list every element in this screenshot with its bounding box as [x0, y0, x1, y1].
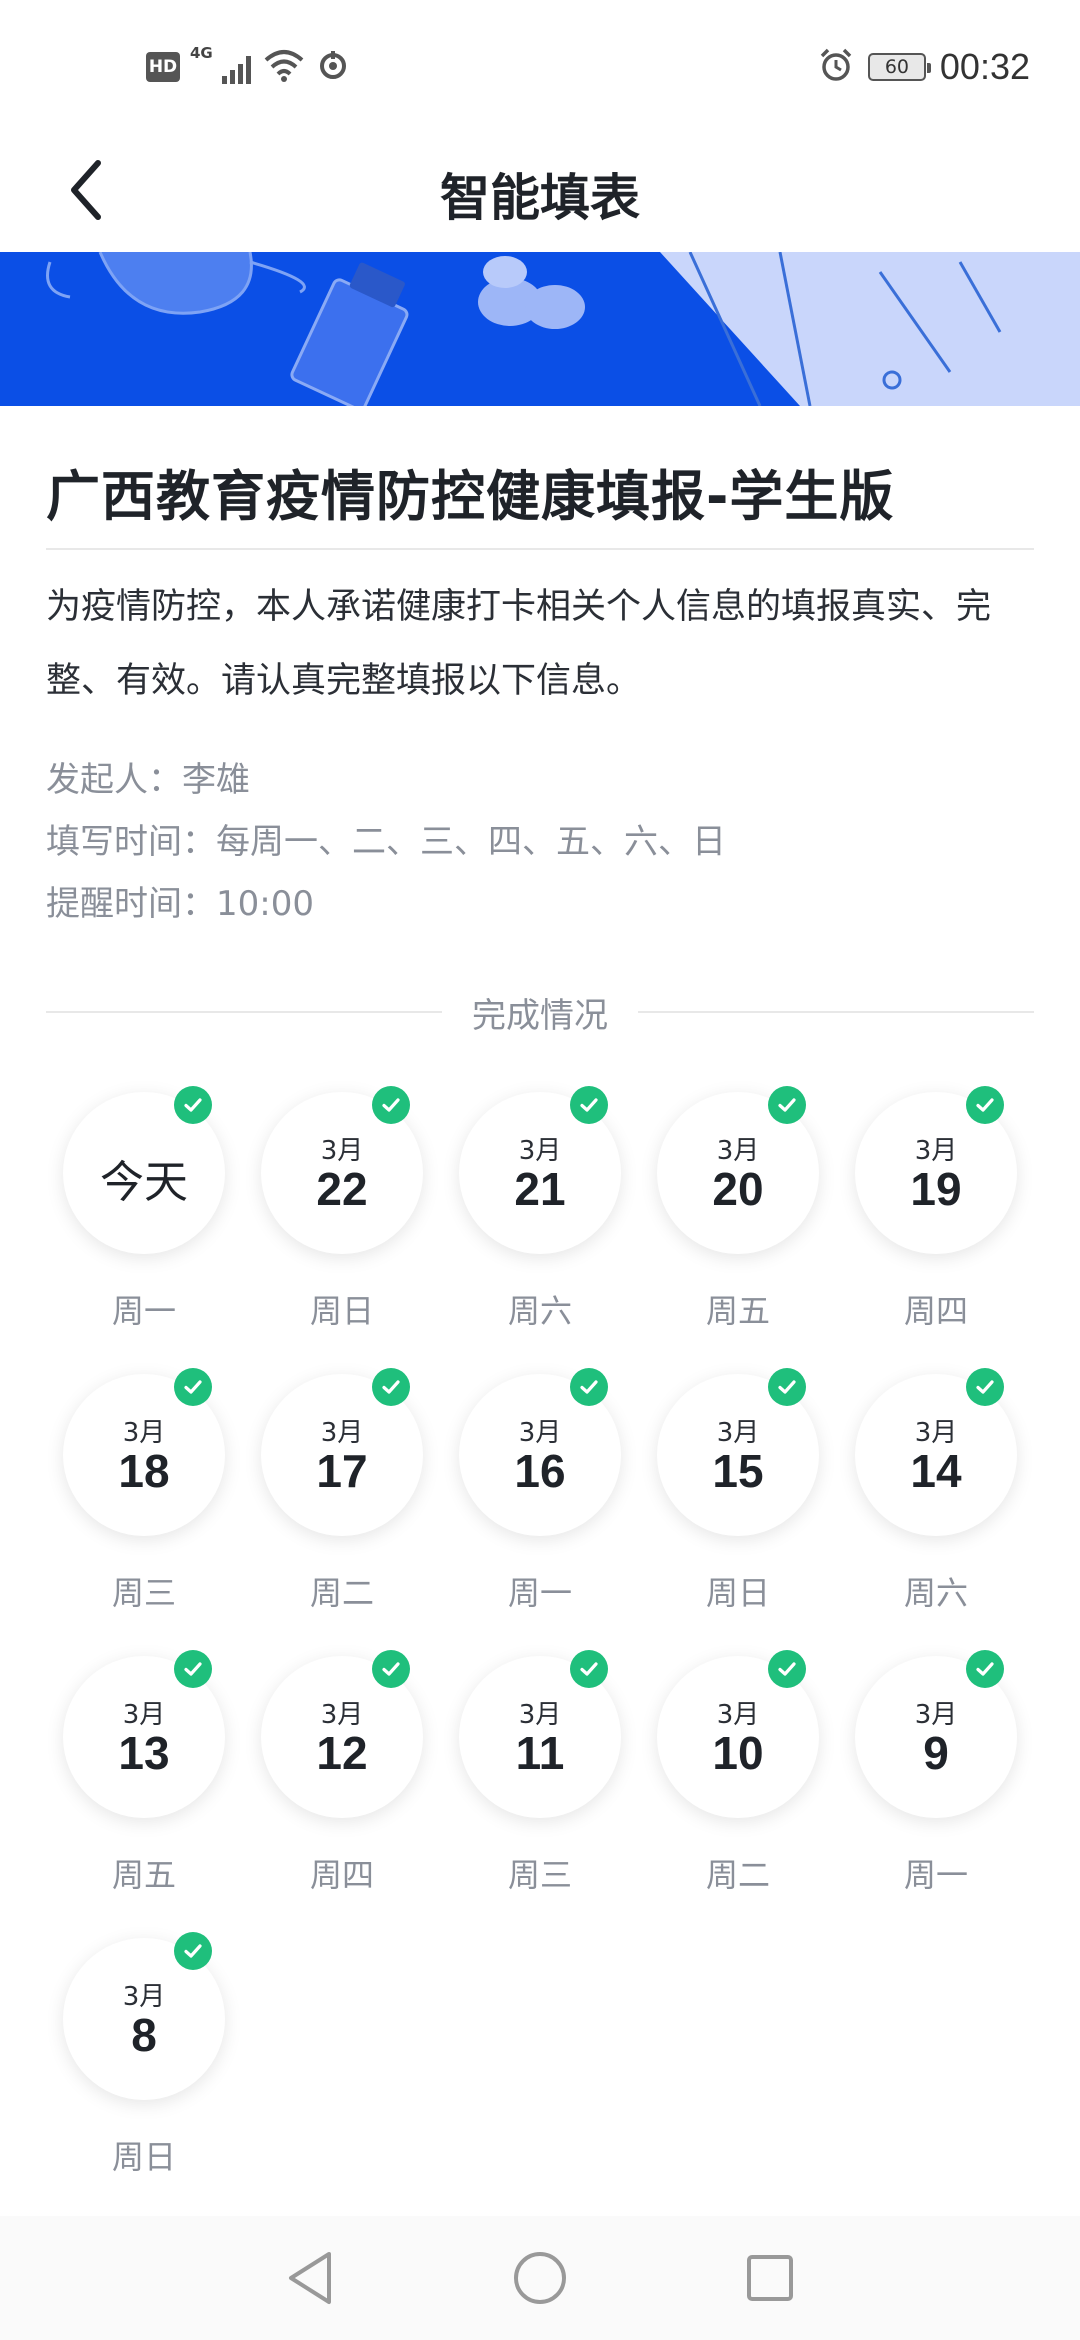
hotspot-icon: [317, 49, 349, 85]
day-date: 19: [910, 1163, 962, 1215]
check-icon: [966, 1368, 1004, 1406]
nav-recents-button[interactable]: [738, 2246, 802, 2310]
form-title: 广西教育疫情防控健康填报-学生版: [46, 465, 895, 528]
status-time: 00:32: [939, 46, 1030, 87]
day-date: 17: [316, 1445, 368, 1497]
nav-back-button[interactable]: [278, 2246, 342, 2310]
network-label: 4G: [190, 44, 213, 62]
fill-time-value: 每周一、二、三、四、五、六、日: [216, 822, 726, 862]
day-weekday: 周四: [903, 1292, 968, 1330]
square-recents-icon: [747, 2255, 793, 2301]
day-weekday: 周一: [903, 1856, 968, 1894]
day-weekday: 周日: [111, 2138, 176, 2176]
day-date: 9: [923, 1727, 949, 1779]
day-today-label: 今天: [100, 1157, 188, 1208]
network-icon: 4G: [190, 44, 251, 84]
banner-image: [0, 252, 1080, 406]
day-date: 11: [515, 1727, 565, 1779]
check-icon: [174, 1368, 212, 1406]
day-weekday: 周五: [111, 1856, 176, 1894]
check-icon: [966, 1650, 1004, 1688]
day-weekday: 周五: [705, 1292, 770, 1330]
completion-header: 完成情况: [46, 990, 1034, 1036]
day-weekday: 周一: [507, 1574, 572, 1612]
divider: [638, 1011, 1034, 1013]
reminder-value: 10:00: [216, 884, 314, 924]
day-weekday: 周日: [705, 1574, 770, 1612]
check-icon: [768, 1086, 806, 1124]
day-date: 20: [712, 1163, 764, 1215]
day-weekday: 周六: [507, 1292, 572, 1330]
nav-home-button[interactable]: [508, 2246, 572, 2310]
day-weekday: 周二: [309, 1574, 374, 1612]
reminder-row: 提醒时间：10:00: [46, 876, 314, 925]
check-icon: [570, 1086, 608, 1124]
day-weekday: 周二: [705, 1856, 770, 1894]
initiator-row: 发起人：李雄: [46, 752, 250, 801]
check-icon: [966, 1086, 1004, 1124]
check-icon: [174, 1932, 212, 1970]
day-date: 12: [316, 1727, 368, 1779]
check-icon: [570, 1650, 608, 1688]
check-icon: [372, 1650, 410, 1688]
day-weekday: 周日: [309, 1292, 374, 1330]
wifi-icon: [263, 48, 305, 86]
day-date: 22: [316, 1163, 368, 1215]
alarm-icon: [818, 47, 854, 87]
system-nav-bar: [0, 2216, 1080, 2340]
completion-label: 完成情况: [472, 995, 608, 1036]
triangle-back-icon: [289, 2252, 331, 2304]
initiator-value: 李雄: [182, 760, 250, 800]
app-header: 智能填表: [0, 130, 1080, 252]
hd-icon: HD: [146, 52, 180, 82]
day-weekday: 周三: [507, 1856, 572, 1894]
fill-time-label: 填写时间：: [46, 822, 216, 862]
day-weekday: 周一: [111, 1292, 176, 1330]
day-date: 21: [514, 1163, 566, 1215]
form-description: 为疫情防控，本人承诺健康打卡相关个人信息的填报真实、完整、有效。请认真完整填报以…: [46, 587, 992, 701]
check-icon: [174, 1650, 212, 1688]
check-icon: [768, 1368, 806, 1406]
page-title: 智能填表: [440, 169, 640, 227]
circle-home-icon: [514, 2252, 566, 2304]
check-icon: [372, 1368, 410, 1406]
check-icon: [768, 1650, 806, 1688]
status-right: 60 00:32: [818, 44, 1030, 90]
check-icon: [570, 1368, 608, 1406]
battery-icon: 60: [867, 53, 931, 81]
day-date: 16: [514, 1445, 566, 1497]
day-weekday: 周四: [309, 1856, 374, 1894]
day-date: 18: [118, 1445, 170, 1497]
initiator-label: 发起人：: [46, 760, 182, 800]
fill-time-row: 填写时间：每周一、二、三、四、五、六、日: [46, 814, 726, 863]
check-icon: [372, 1086, 410, 1124]
day-date: 15: [712, 1445, 764, 1497]
status-left: HD 4G: [146, 44, 349, 90]
day-date: 13: [118, 1727, 170, 1779]
day-date: 8: [131, 2009, 157, 2061]
reminder-label: 提醒时间：: [46, 884, 216, 924]
day-date: 14: [910, 1445, 962, 1497]
day-date: 10: [712, 1727, 764, 1779]
day-weekday: 周六: [903, 1574, 968, 1612]
divider: [46, 548, 1034, 550]
check-icon: [174, 1086, 212, 1124]
day-weekday: 周三: [111, 1574, 176, 1612]
status-bar: HD 4G 60 00:32: [0, 0, 1080, 130]
divider: [46, 1011, 442, 1013]
